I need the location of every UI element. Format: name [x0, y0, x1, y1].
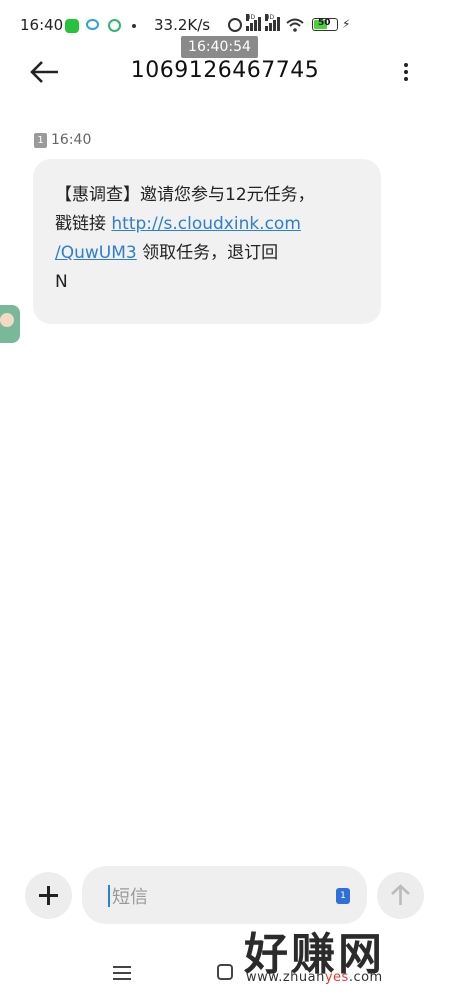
status-bar: 16:40 33.2K/s HD HD 50 ⚡ — [0, 0, 450, 40]
more-vertical-icon[interactable] — [396, 60, 416, 84]
nav-menu-icon[interactable] — [113, 966, 131, 982]
text-caret — [108, 885, 110, 907]
message-line: /QuwUM3 领取任务，退订回 — [55, 239, 361, 268]
conversation-header: 1069126467745 — [0, 48, 450, 96]
message-link[interactable]: /QuwUM3 — [55, 243, 137, 263]
app-icon — [108, 19, 121, 32]
message-line: N — [55, 272, 68, 292]
battery-level: 50 — [318, 18, 331, 28]
bubble-icon — [86, 19, 99, 30]
message-text: 戳链接 — [55, 214, 112, 234]
message-line: 戳链接 http://s.cloudxink.com — [55, 210, 361, 239]
send-button[interactable] — [377, 872, 424, 919]
status-time: 16:40 — [20, 16, 64, 34]
message-link[interactable]: http://s.cloudxink.com — [111, 214, 301, 234]
watermark-url: www.zhuanyes.com — [246, 970, 383, 985]
conversation-title: 1069126467745 — [130, 58, 320, 83]
floating-avatar[interactable] — [0, 305, 20, 343]
nav-home-icon[interactable] — [217, 964, 233, 980]
wifi-icon — [286, 18, 304, 32]
battery-icon: 50 — [312, 18, 338, 31]
avatar-face-icon — [0, 313, 14, 327]
message-input[interactable]: 短信 1 — [82, 866, 367, 924]
sim-badge: 1 — [34, 132, 47, 148]
hd-label: HD — [265, 14, 275, 21]
input-placeholder: 短信 — [112, 887, 148, 908]
watermark-logo: 好赚网 www.zhuanyes.com — [244, 918, 434, 992]
sim-select-button[interactable]: 1 — [336, 888, 350, 904]
dot-icon — [132, 24, 136, 28]
wechat-icon — [65, 19, 79, 33]
message-meta: 1 16:40 — [34, 132, 91, 148]
charging-icon: ⚡ — [342, 17, 351, 31]
message-text: 领取任务，退订回 — [136, 243, 279, 263]
hd-label: HD — [246, 14, 256, 21]
signal-icon: HD — [246, 14, 261, 31]
message-line: 【惠调查】邀请您参与12元任务， — [55, 185, 315, 205]
alarm-icon — [228, 18, 242, 32]
arrow-up-icon — [391, 884, 410, 905]
plus-icon[interactable] — [25, 872, 72, 919]
signal-icon: HD — [265, 14, 280, 31]
message-time: 16:40 — [51, 132, 92, 148]
network-speed: 33.2K/s — [154, 16, 211, 34]
message-bubble[interactable]: 【惠调查】邀请您参与12元任务， 戳链接 http://s.cloudxink.… — [33, 159, 381, 324]
